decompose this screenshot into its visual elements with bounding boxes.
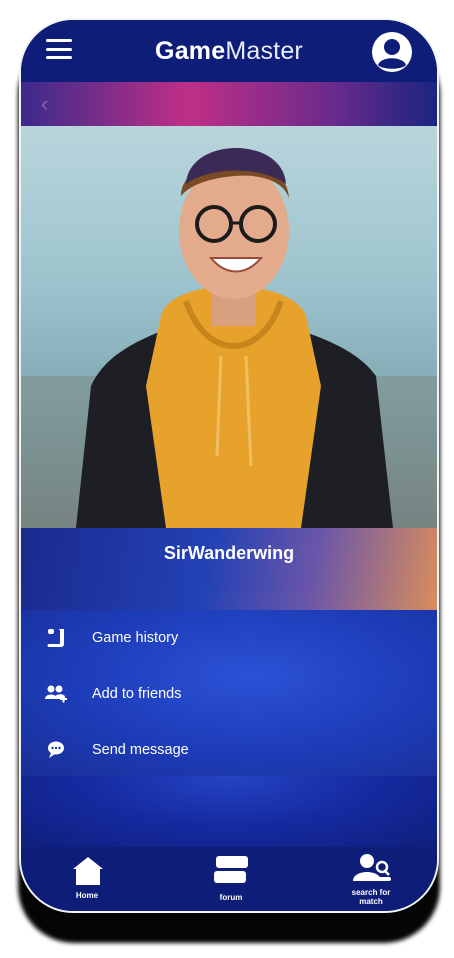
chat-bubble-icon bbox=[48, 741, 64, 758]
tab-home[interactable]: Home bbox=[37, 847, 137, 911]
send-message-item[interactable]: Send message bbox=[21, 726, 437, 774]
home-icon bbox=[73, 857, 103, 885]
forum-icon bbox=[214, 856, 248, 883]
scroll-icon bbox=[47, 629, 64, 647]
send-message-label: Send message bbox=[92, 742, 189, 758]
tab-home-label: Home bbox=[75, 891, 99, 900]
hamburger-menu-icon[interactable] bbox=[46, 39, 72, 59]
app-header: GameMaster bbox=[21, 20, 437, 82]
account-icon[interactable] bbox=[371, 31, 413, 73]
profile-actions-menu: Game history Add to friends Send message bbox=[21, 610, 437, 776]
tab-search-label-line2: match bbox=[359, 897, 383, 906]
tab-search-match[interactable]: search for match bbox=[321, 847, 421, 911]
back-chevron-icon[interactable]: ‹ bbox=[41, 91, 48, 117]
add-friends-icon bbox=[45, 685, 67, 703]
tab-forum-label: forum bbox=[219, 893, 243, 902]
gradient-subbar: ‹ bbox=[21, 82, 437, 126]
search-user-icon bbox=[353, 854, 391, 881]
profile-name-panel: SirWanderwing bbox=[21, 528, 437, 610]
phone-frame: GameMaster ‹ SirWanderwing Game history … bbox=[19, 18, 439, 913]
app-title: GameMaster bbox=[155, 36, 303, 65]
game-history-label: Game history bbox=[92, 630, 179, 646]
profile-photo bbox=[21, 126, 437, 528]
add-friends-label: Add to friends bbox=[92, 686, 182, 702]
bottom-tab-bar: Home forum search for match bbox=[21, 847, 437, 911]
tab-forum[interactable]: forum bbox=[181, 847, 281, 911]
tab-search-label-line1: search for bbox=[351, 888, 391, 897]
empty-content-area bbox=[21, 776, 437, 847]
game-history-item[interactable]: Game history bbox=[21, 614, 437, 662]
add-friends-item[interactable]: Add to friends bbox=[21, 670, 437, 718]
username-label: SirWanderwing bbox=[163, 543, 295, 563]
